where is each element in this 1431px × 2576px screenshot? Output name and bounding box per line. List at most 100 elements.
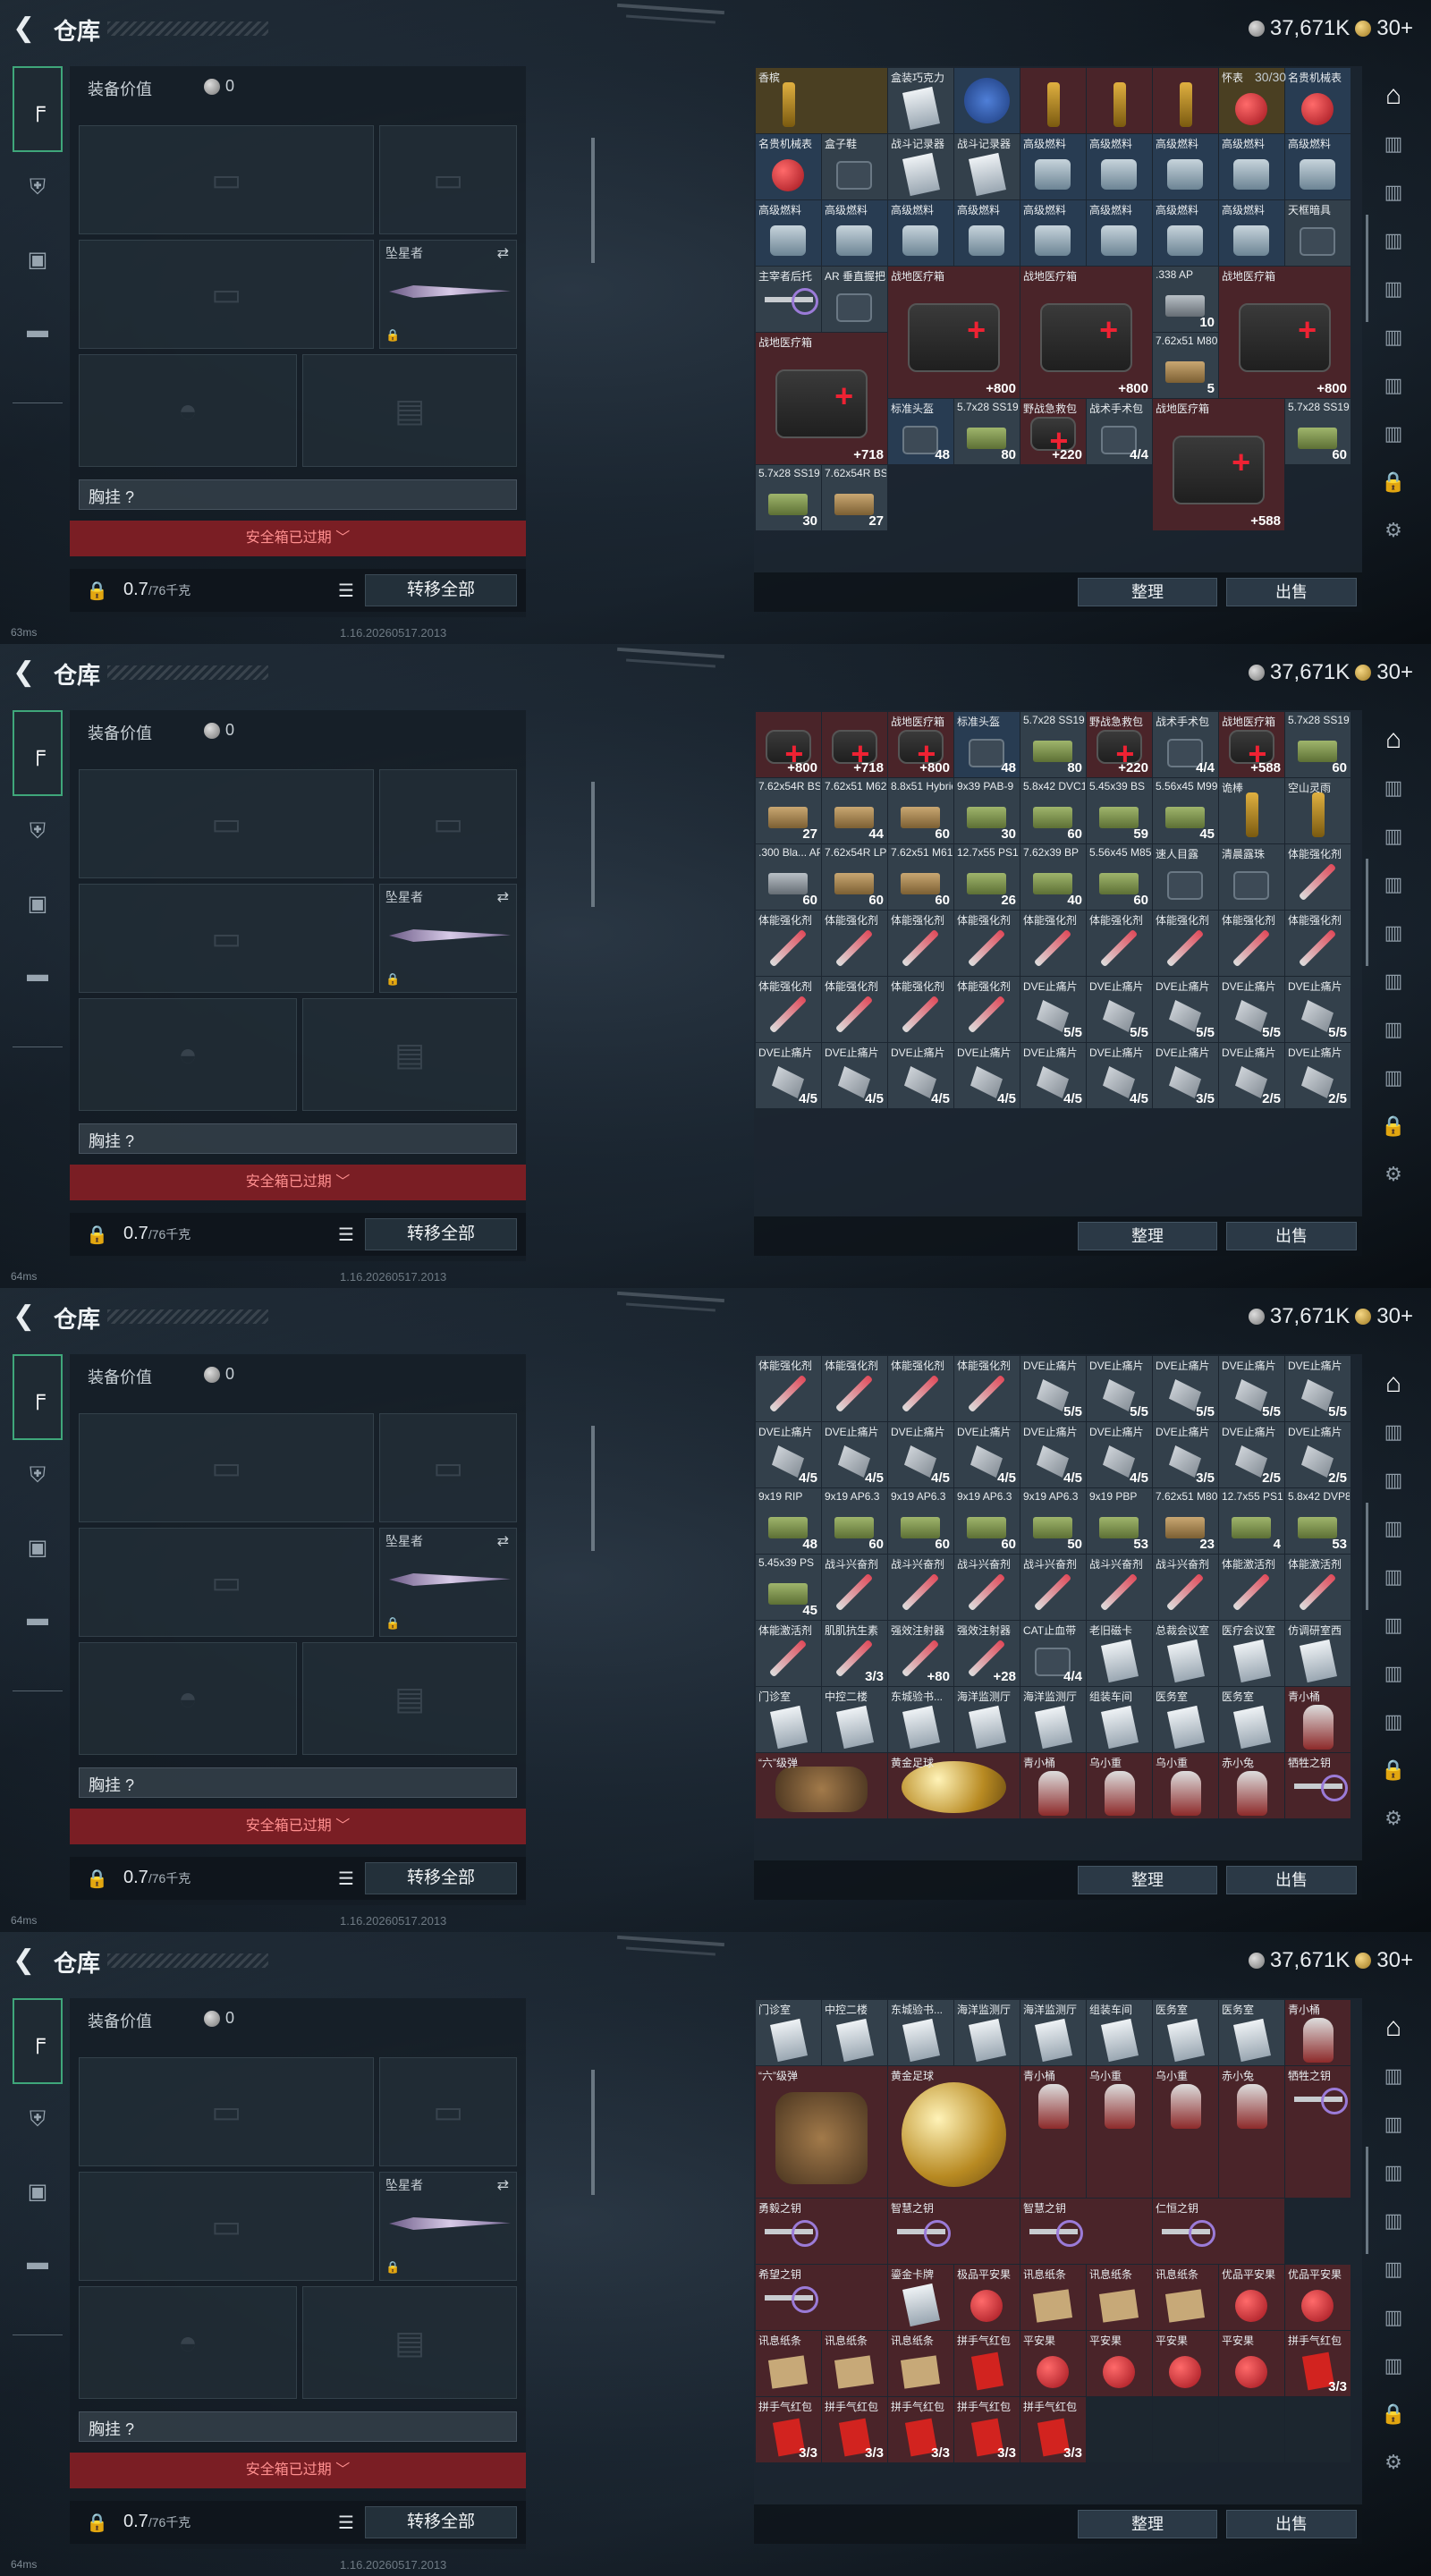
inventory-item[interactable]: 9x19 AP6.3 50 [1020, 1488, 1086, 1554]
safe-box-expired-banner[interactable]: 安全箱已过期 ﹀ [70, 2453, 526, 2488]
armor-slot[interactable]: ▤ [302, 1642, 517, 1755]
equip-scrollbar[interactable] [591, 782, 595, 907]
storage-tab-icon[interactable]: ▥ [1368, 2100, 1418, 2148]
inventory-item[interactable] [1087, 2397, 1152, 2462]
inventory-item[interactable]: 体能强化剂 [1020, 911, 1086, 976]
inventory-item[interactable]: 5.8x42 DVP88 53 [1285, 1488, 1351, 1554]
inventory-item[interactable]: 5.45x39 BS 59 [1087, 778, 1152, 843]
inventory-item[interactable]: 黄金足球 [888, 2066, 1020, 2198]
inventory-item[interactable]: 体能强化剂 [756, 1356, 821, 1421]
inventory-item[interactable]: 7.62x51 M61 60 [888, 844, 953, 910]
storage-tab-icon[interactable]: ▥ [1368, 1504, 1418, 1553]
inventory-item[interactable]: 勇毅之钥 [756, 2199, 887, 2264]
armor-slot[interactable]: ▤ [302, 354, 517, 467]
inventory-item[interactable]: 智慧之钥 [1020, 2199, 1152, 2264]
bag-tab-icon[interactable]: ▬ [13, 939, 63, 1011]
inventory-item[interactable]: 强效注射器 +28 [954, 1621, 1020, 1686]
pistol-slot[interactable]: ▭ [379, 769, 517, 878]
inventory-item[interactable]: 5.7x28 SS190 60 [1285, 399, 1351, 464]
inventory-item[interactable]: 主宰者后托 [756, 267, 821, 332]
inventory-item[interactable]: DVE止痛片 5/5 [1219, 977, 1284, 1042]
inventory-item[interactable]: DVE止痛片 4/5 [888, 1043, 953, 1108]
storage-tab-icon[interactable]: ▥ [1368, 957, 1418, 1005]
inventory-item[interactable]: 战术手术包 4/4 [1153, 712, 1218, 777]
inventory-item[interactable]: 医务室 [1219, 2000, 1284, 2065]
inventory-item[interactable]: 标准头盔 48 [888, 399, 953, 464]
inventory-item[interactable]: 9x19 AP6.3 60 [954, 1488, 1020, 1554]
inventory-item[interactable]: 5.45x39 PS 45 [756, 1555, 821, 1620]
primary-weapon-slot[interactable]: ▭ [79, 769, 374, 878]
storage-tab-icon[interactable]: ▥ [1368, 812, 1418, 860]
inventory-item[interactable]: DVE止痛片 4/5 [954, 1422, 1020, 1487]
inventory-item[interactable]: 东城验书... [888, 2000, 953, 2065]
inventory-item[interactable]: 8.8x51 Hybrid 60 [888, 778, 953, 843]
inventory-item[interactable]: 拼手气红包 3/3 [822, 2397, 887, 2462]
inventory-item[interactable]: DVE止痛片 4/5 [756, 1422, 821, 1487]
inventory-item[interactable]: 体能强化剂 [756, 977, 821, 1042]
inventory-item[interactable]: 平安果 [1219, 2331, 1284, 2396]
warehouse-tab-icon[interactable]: ⌂ [1368, 72, 1418, 120]
settings-gear-icon[interactable]: ⚙ [1368, 1794, 1418, 1843]
chest-rig-slot[interactable]: 胸挂 ? [79, 1767, 517, 1798]
transfer-all-button[interactable]: 转移全部 [365, 2506, 517, 2538]
armor-slot[interactable]: ▤ [302, 998, 517, 1111]
inventory-item[interactable]: 战地医疗箱 +588 [1219, 712, 1284, 777]
storage-tab-icon[interactable]: ▥ [1368, 764, 1418, 812]
gun-tab-icon[interactable]: ╒ [13, 1998, 63, 2084]
inventory-item[interactable]: 体能激活剂 [756, 1621, 821, 1686]
settings-gear-icon[interactable]: ⚙ [1368, 2438, 1418, 2487]
transfer-all-button[interactable]: 转移全部 [365, 1218, 517, 1250]
armor-tab-icon[interactable]: ⛨ [13, 796, 63, 868]
inventory-item[interactable]: DVE止痛片 3/5 [1153, 1422, 1218, 1487]
inventory-item[interactable] [1020, 68, 1086, 133]
inventory-item[interactable]: 体能强化剂 [954, 1356, 1020, 1421]
inventory-item[interactable]: 战斗兴奋剂 [1020, 1555, 1086, 1620]
inventory-item[interactable]: 9x19 AP6.3 60 [822, 1488, 887, 1554]
inventory-item[interactable]: 拼手气红包 3/3 [756, 2397, 821, 2462]
inventory-item[interactable]: 战地医疗箱 +718 [756, 333, 887, 464]
inventory-item[interactable]: 高级燃料 [888, 200, 953, 266]
inventory-item[interactable]: 极品平安果 [954, 2265, 1020, 2330]
inventory-item[interactable]: DVE止痛片 4/5 [1087, 1422, 1152, 1487]
armor-slot[interactable]: ▤ [302, 2286, 517, 2399]
helmet-slot[interactable]: ◓ [79, 998, 297, 1111]
inventory-item[interactable]: 盒子鞋 [822, 134, 887, 199]
inventory-item[interactable]: 战斗兴奋剂 [888, 1555, 953, 1620]
inventory-item[interactable]: 赤小兔 [1219, 2066, 1284, 2198]
inventory-item[interactable]: 7.62x51 M80 5 [1153, 333, 1218, 398]
inventory-item[interactable]: 标准头盔 48 [954, 712, 1020, 777]
currency-display[interactable]: 37,671K 30+ [1248, 1304, 1413, 1329]
storage-tab-icon[interactable]: ▥ [1368, 1456, 1418, 1504]
inventory-item[interactable]: 组装车间 [1087, 2000, 1152, 2065]
inventory-item[interactable]: 拼手气红包 [954, 2331, 1020, 2396]
inventory-item[interactable]: 海洋监测厅 [1020, 2000, 1086, 2065]
inventory-item[interactable]: DVE止痛片 4/5 [1020, 1043, 1086, 1108]
inventory-item[interactable]: 体能强化剂 [756, 911, 821, 976]
inventory-item[interactable]: 诡棒 [1219, 778, 1284, 843]
safe-box-expired-banner[interactable]: 安全箱已过期 ﹀ [70, 1165, 526, 1200]
inventory-item[interactable]: 拼手气红包 3/3 [954, 2397, 1020, 2462]
inventory-item[interactable]: 5.8x42 DVC12 60 [1020, 778, 1086, 843]
inventory-item[interactable]: 高级燃料 [756, 200, 821, 266]
inventory-item[interactable] [1219, 2397, 1284, 2462]
inventory-item[interactable]: 肌肌抗生素 3/3 [822, 1621, 887, 1686]
inventory-item[interactable]: 优品平安果 [1285, 2265, 1351, 2330]
gear-tab-icon[interactable]: ▣ [13, 2156, 63, 2227]
inventory-item[interactable]: 海洋监测厅 [954, 1687, 1020, 1752]
inventory-item[interactable]: 速人目露 [1153, 844, 1218, 910]
inventory-item[interactable]: 9x39 PAB-9 30 [954, 778, 1020, 843]
pistol-slot[interactable]: ▭ [379, 2057, 517, 2166]
secondary-weapon-slot[interactable]: ▭ [79, 1528, 374, 1637]
inventory-item[interactable]: 海洋监测厅 [954, 2000, 1020, 2065]
armor-tab-icon[interactable]: ⛨ [13, 1440, 63, 1512]
storage-tab-icon[interactable]: ▥ [1368, 860, 1418, 909]
inventory-item[interactable]: DVE止痛片 5/5 [1153, 1356, 1218, 1421]
inventory-item[interactable]: 战地医疗箱 +800 [888, 712, 953, 777]
storage-tab-icon[interactable]: ▥ [1368, 1054, 1418, 1102]
inventory-item[interactable]: DVE止痛片 4/5 [888, 1422, 953, 1487]
inventory-item[interactable]: 高级燃料 [1020, 200, 1086, 266]
inventory-item[interactable]: 9x19 AP6.3 60 [888, 1488, 953, 1554]
storage-tab-icon[interactable]: ▥ [1368, 1408, 1418, 1456]
helmet-slot[interactable]: ◓ [79, 2286, 297, 2399]
inventory-item[interactable]: 医务室 [1153, 2000, 1218, 2065]
